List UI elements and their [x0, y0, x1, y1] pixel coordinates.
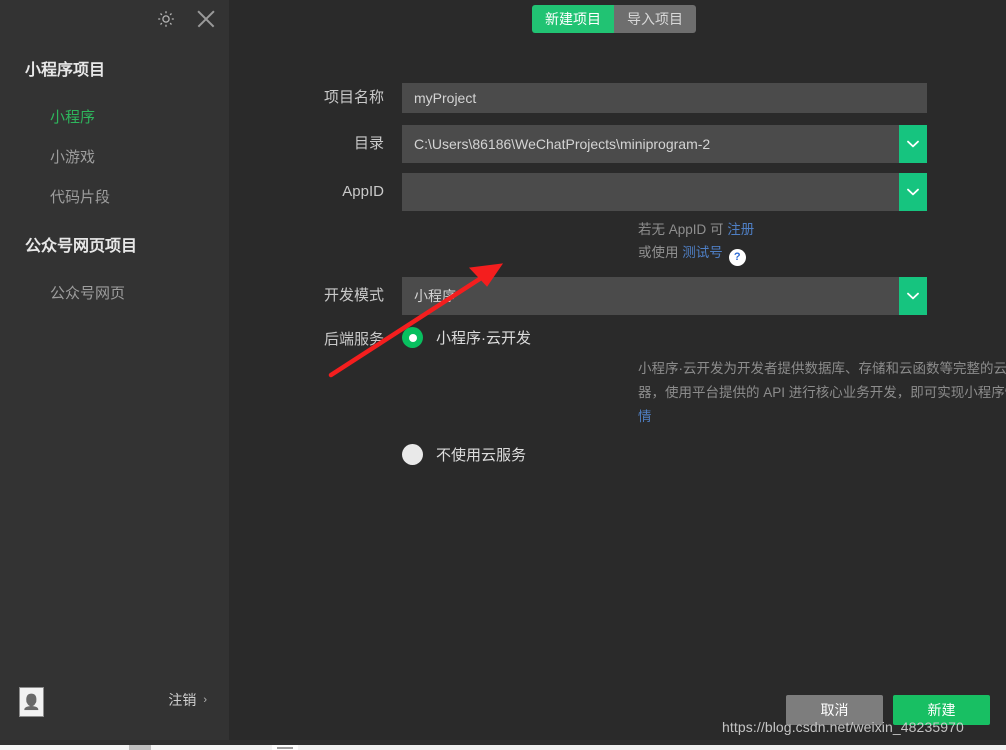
- dev-mode-dropdown-button[interactable]: [899, 277, 927, 315]
- radio-cloud-development-indicator[interactable]: [402, 327, 423, 348]
- desktop-taskbar-edge: [0, 740, 1006, 750]
- taskbar-tick: [129, 745, 151, 750]
- chevron-down-icon: [907, 292, 919, 300]
- appid-label: AppID: [229, 173, 402, 211]
- close-icon[interactable]: [193, 6, 219, 32]
- chevron-down-icon: [907, 188, 919, 196]
- window-controls: [153, 6, 219, 32]
- sidebar-item-official-account-page[interactable]: 公众号网页: [0, 282, 229, 303]
- logout-button[interactable]: 注销 ›: [168, 690, 207, 710]
- gear-icon[interactable]: [153, 6, 179, 32]
- backend-description-text: 小程序·云开发为开发者提供数据库、存储和云函数等完整的云端支持。无需搭建服务器，…: [638, 361, 1006, 400]
- row-no-cloud-service: 不使用云服务: [229, 444, 1006, 465]
- project-name-input[interactable]: [402, 83, 927, 113]
- avatar[interactable]: 👤: [19, 687, 44, 717]
- logout-label: 注销: [168, 690, 196, 710]
- tab-import-project[interactable]: 导入项目: [614, 5, 696, 33]
- project-name-field-wrap: [402, 83, 927, 113]
- radio-no-cloud-service-indicator[interactable]: [402, 444, 423, 465]
- appid-select[interactable]: [402, 173, 927, 211]
- sidebar-item-miniprogram[interactable]: 小程序: [0, 106, 229, 127]
- row-backend-service: 后端服务 小程序·云开发: [229, 327, 1006, 352]
- row-appid: AppID: [229, 173, 1006, 211]
- tab-bar: 新建项目 导入项目: [532, 5, 696, 33]
- row-dev-mode: 开发模式 小程序: [229, 277, 1006, 315]
- directory-value: C:\Users\86186\WeChatProjects\miniprogra…: [402, 136, 710, 152]
- appid-dropdown-button[interactable]: [899, 173, 927, 211]
- appid-hint-prefix-2: 或使用: [638, 245, 682, 260]
- sidebar-group-title-official-account: 公众号网页项目: [0, 232, 137, 256]
- test-account-link[interactable]: 测试号: [682, 245, 723, 260]
- backend-service-label: 后端服务: [229, 327, 402, 352]
- new-project-dialog: 小程序项目 小程序 小游戏 代码片段 公众号网页项目 公众号网页 👤 注销 › …: [0, 0, 1006, 750]
- avatar-image: 👤: [22, 695, 41, 710]
- directory-label: 目录: [229, 125, 402, 163]
- row-directory: 目录 C:\Users\86186\WeChatProjects\minipro…: [229, 125, 1006, 163]
- directory-select[interactable]: C:\Users\86186\WeChatProjects\miniprogra…: [402, 125, 927, 163]
- radio-no-cloud-service[interactable]: 不使用云服务: [402, 444, 526, 465]
- radio-no-cloud-service-label: 不使用云服务: [436, 444, 526, 465]
- sidebar-item-code-snippet[interactable]: 代码片段: [0, 186, 229, 207]
- sidebar: 小程序项目 小程序 小游戏 代码片段 公众号网页项目 公众号网页 👤 注销 ›: [0, 0, 229, 740]
- sidebar-footer: 👤 注销 ›: [0, 684, 229, 730]
- dev-mode-select[interactable]: 小程序: [402, 277, 927, 315]
- sidebar-item-minigame[interactable]: 小游戏: [0, 146, 229, 167]
- appid-hint-line-1: 若无 AppID 可 注册: [638, 218, 754, 241]
- dev-mode-value: 小程序: [402, 286, 456, 306]
- directory-dropdown-button[interactable]: [899, 125, 927, 163]
- help-icon[interactable]: ?: [729, 249, 746, 266]
- appid-hint-prefix-1: 若无 AppID 可: [638, 222, 727, 237]
- tab-new-project[interactable]: 新建项目: [532, 5, 614, 33]
- appid-hint-line-2: 或使用 测试号?: [638, 241, 746, 266]
- chevron-right-icon: ›: [203, 694, 207, 706]
- taskbar-window-thumb: [272, 745, 298, 750]
- register-link[interactable]: 注册: [727, 222, 754, 237]
- radio-cloud-development[interactable]: 小程序·云开发: [402, 327, 531, 348]
- project-name-label: 项目名称: [229, 83, 402, 113]
- row-project-name: 项目名称: [229, 83, 1006, 113]
- backend-service-description: 小程序·云开发为开发者提供数据库、存储和云函数等完整的云端支持。无需搭建服务器，…: [638, 357, 1006, 429]
- radio-cloud-development-label: 小程序·云开发: [436, 327, 531, 348]
- sidebar-group-title-miniprogram: 小程序项目: [0, 56, 105, 80]
- chevron-down-icon: [907, 140, 919, 148]
- main-panel: 新建项目 导入项目 项目名称 目录 C:\Users\86186\WeChatP…: [229, 0, 1006, 740]
- dev-mode-label: 开发模式: [229, 277, 402, 315]
- watermark-url: https://blog.csdn.net/weixin_48235970: [722, 719, 964, 735]
